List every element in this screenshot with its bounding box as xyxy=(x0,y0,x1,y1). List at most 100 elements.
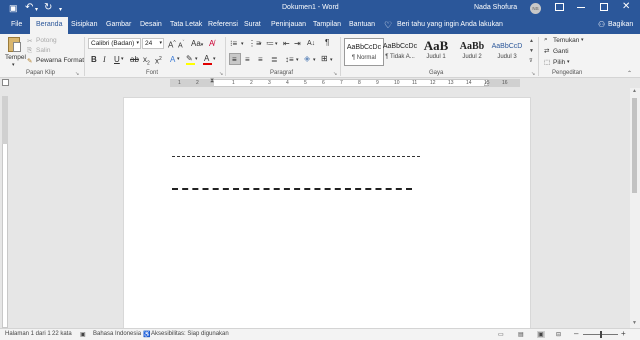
styles-scroll-up-icon[interactable]: ▲ xyxy=(529,38,534,44)
superscript-button[interactable]: x2 xyxy=(155,55,162,66)
shrink-font-icon[interactable]: Aˇ xyxy=(178,39,184,50)
text-effects-dropdown-icon[interactable]: ▾ xyxy=(177,55,180,64)
save-icon[interactable]: ▣ xyxy=(9,3,18,13)
collapse-ribbon-icon[interactable]: ⌃ xyxy=(627,70,632,77)
subscript-button[interactable]: x2 xyxy=(143,55,150,69)
find-button[interactable]: Temukan xyxy=(553,37,579,44)
borders-dropdown-icon[interactable]: ▾ xyxy=(330,56,333,65)
accessibility-status[interactable]: Aksesibilitas: Siap digunakan xyxy=(151,331,229,337)
tab-referensi[interactable]: Referensi xyxy=(208,21,238,28)
highlight-icon[interactable]: ✎ xyxy=(186,54,193,63)
select-icon[interactable]: ⬚ xyxy=(544,58,550,66)
increase-indent-icon[interactable]: ⇥ xyxy=(294,39,301,48)
tab-beranda[interactable]: Beranda xyxy=(30,17,69,34)
decrease-indent-icon[interactable]: ⇤ xyxy=(283,39,290,48)
indent-marker-icon[interactable]: ⧗ xyxy=(210,78,214,85)
line-spacing-icon[interactable]: ↕≡ xyxy=(285,55,294,64)
document-page[interactable] xyxy=(123,97,531,328)
tell-me-search[interactable]: Beri tahu yang ingin Anda lakukan xyxy=(397,21,503,28)
replace-icon[interactable]: ⇄ xyxy=(544,47,549,55)
copy-button[interactable]: Salin xyxy=(36,47,50,54)
line-spacing-dropdown-icon[interactable]: ▾ xyxy=(296,56,299,65)
replace-button[interactable]: Ganti xyxy=(553,48,569,55)
styles-more-icon[interactable]: ⊽ xyxy=(529,58,533,64)
multilevel-dropdown-icon[interactable]: ▾ xyxy=(275,40,278,49)
cut-button[interactable]: Potong xyxy=(36,37,57,44)
align-left-button[interactable]: ≡ xyxy=(229,53,241,65)
customize-qat-icon[interactable]: ▾ xyxy=(59,5,62,15)
style-normal[interactable]: AaBbCcDc ¶ Normal xyxy=(344,38,384,66)
bullets-dropdown-icon[interactable]: ▾ xyxy=(241,40,244,49)
close-icon[interactable]: ✕ xyxy=(622,1,630,12)
shading-icon[interactable]: ◈ xyxy=(304,54,310,63)
minimize-icon[interactable] xyxy=(577,7,585,8)
paste-button[interactable] xyxy=(6,37,24,53)
select-dropdown-icon[interactable]: ▾ xyxy=(567,59,570,65)
text-effects-icon[interactable]: A xyxy=(170,55,175,64)
grow-font-icon[interactable]: A^ xyxy=(168,39,176,50)
web-layout-icon[interactable]: ⊟ xyxy=(556,331,561,338)
clipboard-launcher-icon[interactable]: ↘ xyxy=(75,71,79,77)
print-layout-icon[interactable]: ▣ xyxy=(537,331,545,338)
tab-gambar[interactable]: Gambar xyxy=(106,21,131,28)
show-marks-icon[interactable]: ¶ xyxy=(325,38,329,47)
undo-dropdown-icon[interactable]: ▾ xyxy=(35,5,38,15)
font-color-icon[interactable]: A xyxy=(204,54,209,63)
format-painter-icon[interactable]: ✎ xyxy=(27,57,32,65)
borders-icon[interactable]: ⊞ xyxy=(321,54,328,63)
undo-icon[interactable]: ↶ xyxy=(25,3,33,13)
font-launcher-icon[interactable]: ↘ xyxy=(219,71,223,77)
style-heading-3[interactable]: AaBbCcD Judul 3 xyxy=(488,38,526,66)
tab-peninjauan[interactable]: Peninjauan xyxy=(271,21,306,28)
zoom-in-icon[interactable]: + xyxy=(621,329,626,338)
paste-label[interactable]: Tempel xyxy=(5,54,26,61)
select-button[interactable]: Pilih xyxy=(553,59,565,66)
bullets-icon[interactable]: ⁝≡ xyxy=(230,39,237,48)
italic-button[interactable]: I xyxy=(103,55,106,64)
tab-file[interactable]: File xyxy=(11,21,22,28)
find-icon[interactable]: ⌕ xyxy=(544,36,548,44)
style-heading-1[interactable]: AaB Judul 1 xyxy=(416,38,456,66)
redo-icon[interactable]: ↻ xyxy=(44,3,52,13)
share-icon[interactable]: ⚇ xyxy=(598,20,605,29)
language-status[interactable]: Bahasa Indonesia xyxy=(93,331,141,337)
paste-dropdown-icon[interactable]: ▾ xyxy=(12,62,15,68)
strikethrough-button[interactable]: ab xyxy=(130,55,139,64)
zoom-out-icon[interactable]: – xyxy=(574,329,578,338)
clear-formatting-icon[interactable]: A̸ xyxy=(209,39,214,48)
multilevel-list-icon[interactable]: ≔ xyxy=(266,39,274,48)
underline-dropdown-icon[interactable]: ▾ xyxy=(121,55,124,64)
align-right-icon[interactable]: ≡ xyxy=(258,55,263,64)
maximize-icon[interactable] xyxy=(600,3,608,11)
scroll-thumb[interactable] xyxy=(632,98,637,193)
font-color-dropdown-icon[interactable]: ▾ xyxy=(213,55,216,64)
tab-sisipkan[interactable]: Sisipkan xyxy=(71,21,97,28)
justify-icon[interactable]: ≣ xyxy=(271,55,278,64)
word-count[interactable]: 22 kata xyxy=(52,331,72,337)
font-name-box[interactable]: Calibri (Badan) ▾ xyxy=(88,38,141,49)
shading-dropdown-icon[interactable]: ▾ xyxy=(313,56,316,65)
style-heading-2[interactable]: AaBb Judul 2 xyxy=(452,38,492,66)
user-name[interactable]: Nada Shofura xyxy=(474,4,517,11)
align-center-icon[interactable]: ≡ xyxy=(245,55,250,64)
styles-launcher-icon[interactable]: ↘ xyxy=(531,71,535,77)
tab-bantuan[interactable]: Bantuan xyxy=(349,21,375,28)
share-button[interactable]: Bagikan xyxy=(608,21,633,28)
focus-mode-icon[interactable]: ▭ xyxy=(498,331,504,338)
bold-button[interactable]: B xyxy=(91,55,97,64)
underline-button[interactable]: U xyxy=(114,55,120,64)
sort-icon[interactable]: A↓ xyxy=(307,39,315,48)
find-dropdown-icon[interactable]: ▾ xyxy=(581,37,584,43)
tab-selector-icon[interactable] xyxy=(2,79,9,86)
format-painter-button[interactable]: Pewarna Format xyxy=(36,57,84,64)
numbering-dropdown-icon[interactable]: ▾ xyxy=(259,40,262,49)
style-no-spacing[interactable]: AaBbCcDc ¶ Tidak A... xyxy=(380,38,420,66)
tab-desain[interactable]: Desain xyxy=(140,21,162,28)
highlight-dropdown-icon[interactable]: ▾ xyxy=(195,55,198,64)
copy-icon[interactable]: ⎘ xyxy=(27,47,32,55)
tab-surat[interactable]: Surat xyxy=(244,21,261,28)
scroll-down-icon[interactable]: ▼ xyxy=(632,320,637,326)
proofing-icon[interactable]: ▣ xyxy=(80,331,86,338)
vertical-ruler[interactable] xyxy=(0,88,10,328)
font-size-box[interactable]: 24 ▾ xyxy=(142,38,164,49)
